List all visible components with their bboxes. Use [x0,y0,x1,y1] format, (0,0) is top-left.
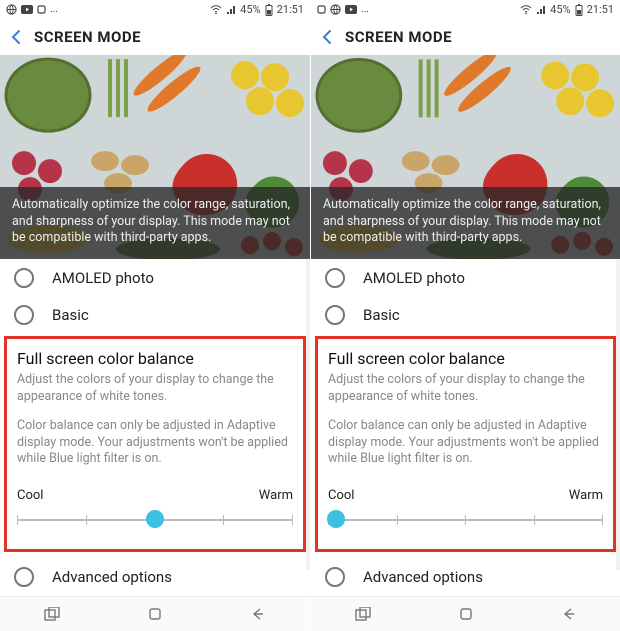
option-label: AMOLED photo [52,269,154,287]
color-balance-slider[interactable] [17,507,293,533]
radio-icon [325,268,345,288]
globe-icon [330,4,341,15]
preview-image: Automatically optimize the color range, … [311,55,620,259]
app-icon [37,5,46,14]
status-bar: ... 45% 21:51 [311,0,620,20]
option-label: Basic [363,306,400,324]
option-amoled-photo[interactable]: AMOLED photo [0,259,310,296]
option-basic[interactable]: Basic [0,297,310,334]
slider-label-cool: Cool [328,488,354,503]
back-icon[interactable] [319,29,335,45]
option-label: Basic [52,306,89,324]
radio-icon [325,305,345,325]
more-icon: ... [361,4,369,15]
option-label: Advanced options [52,568,172,586]
recents-button[interactable] [32,597,72,631]
screenshot-right: ... 45% 21:51 SCREEN MODE [310,0,620,631]
color-balance-slider[interactable] [328,507,603,533]
option-label: Advanced options [363,568,483,586]
option-basic[interactable]: Basic [311,297,620,334]
status-bar: ... 45% 21:51 [0,0,310,20]
clock-text: 21:51 [587,3,614,16]
section-subtitle: Adjust the colors of your display to cha… [328,372,603,406]
wifi-icon [520,5,532,15]
back-button[interactable] [238,597,278,631]
youtube-icon [345,5,357,14]
radio-icon [325,567,345,587]
back-button[interactable] [549,597,589,631]
radio-icon [14,305,34,325]
slider-thumb[interactable] [327,510,345,528]
section-note: Color balance can only be adjusted in Ad… [17,418,293,469]
scrollbar[interactable] [616,260,620,570]
screenshot-left: ... 45% 21:51 SCREEN MODE [0,0,310,631]
section-note: Color balance can only be adjusted in Ad… [328,418,603,469]
option-amoled-photo[interactable]: AMOLED photo [311,259,620,296]
color-balance-section: Full screen color balance Adjust the col… [315,336,616,552]
color-balance-section: Full screen color balance Adjust the col… [4,336,306,552]
globe-icon [6,4,17,15]
battery-text: 45% [550,3,570,16]
slider-thumb[interactable] [146,510,164,528]
app-icon [317,5,326,14]
section-subtitle: Adjust the colors of your display to cha… [17,372,293,406]
recents-button[interactable] [343,597,383,631]
option-advanced[interactable]: Advanced options [0,558,310,595]
battery-icon [265,4,273,16]
clock-text: 21:51 [277,3,304,16]
radio-icon [14,567,34,587]
preview-image: Automatically optimize the color range, … [0,55,310,259]
battery-icon [575,4,583,16]
section-title: Full screen color balance [328,349,603,368]
page-title: SCREEN MODE [345,28,452,46]
wifi-icon [210,5,222,15]
section-title: Full screen color balance [17,349,293,368]
battery-text: 45% [240,3,260,16]
more-icon: ... [50,4,58,15]
home-button[interactable] [446,597,486,631]
slider-label-warm: Warm [259,488,293,503]
option-label: AMOLED photo [363,269,465,287]
app-header: SCREEN MODE [0,20,310,55]
signal-icon [536,5,546,15]
nav-bar [311,596,620,631]
back-icon[interactable] [8,29,24,45]
option-advanced[interactable]: Advanced options [311,558,620,595]
page-title: SCREEN MODE [34,28,141,46]
slider-label-warm: Warm [569,488,603,503]
home-button[interactable] [135,597,175,631]
preview-overlay-text: Automatically optimize the color range, … [0,187,310,260]
nav-bar [0,596,310,631]
youtube-icon [21,5,33,14]
app-header: SCREEN MODE [311,20,620,55]
signal-icon [226,5,236,15]
preview-overlay-text: Automatically optimize the color range, … [311,187,620,260]
slider-label-cool: Cool [17,488,43,503]
radio-icon [14,268,34,288]
